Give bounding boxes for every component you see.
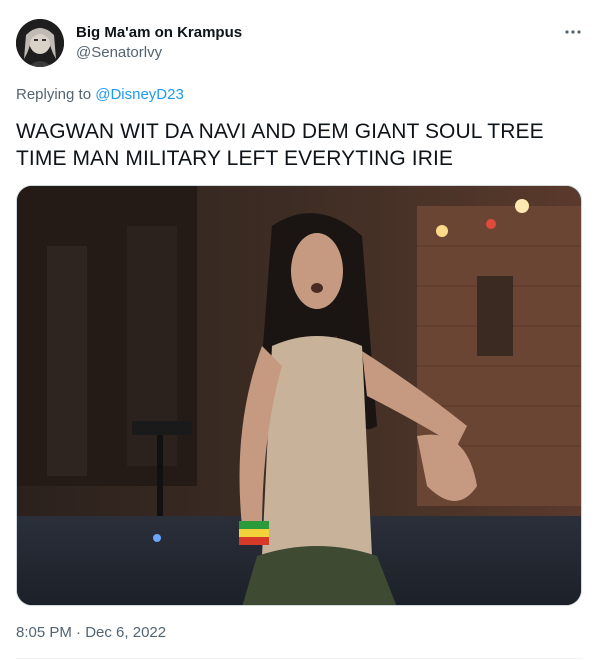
tweet-timestamp: 8:05 PM · Dec 6, 2022 (16, 624, 166, 642)
avatar-image (16, 19, 64, 67)
timestamp-separator: · (76, 624, 82, 641)
author-block: Big Ma'am on Krampus @Senatorlvy (76, 24, 242, 62)
replying-to: Replying to @DisneyD23 (16, 86, 184, 104)
tweet-text: WAGWAN WIT DA NAVI AND DEM GIANT SOUL TR… (16, 118, 584, 172)
media-photo (17, 186, 581, 605)
tweet-time-link[interactable]: 8:05 PM (16, 624, 72, 641)
replying-to-label: Replying to (16, 86, 92, 103)
author-display-name[interactable]: Big Ma'am on Krampus (76, 24, 242, 42)
tweet-date-link[interactable]: Dec 6, 2022 (85, 624, 166, 641)
author-handle[interactable]: @Senatorlvy (76, 44, 242, 62)
reply-mention-link[interactable]: @DisneyD23 (95, 86, 184, 103)
tweet-media-image[interactable] (16, 185, 582, 606)
tweet-text-line: WAGWAN WIT DA NAVI AND DEM GIANT SOUL TR… (16, 120, 544, 143)
tweet-text-line: TIME MAN MILITARY LEFT EVERYTING IRIE (16, 147, 454, 170)
more-options-button[interactable] (563, 22, 583, 42)
tweet: Big Ma'am on Krampus @Senatorlvy Replyin… (0, 0, 599, 660)
divider (16, 658, 583, 659)
more-horizontal-icon (565, 30, 581, 34)
avatar[interactable] (16, 19, 64, 67)
